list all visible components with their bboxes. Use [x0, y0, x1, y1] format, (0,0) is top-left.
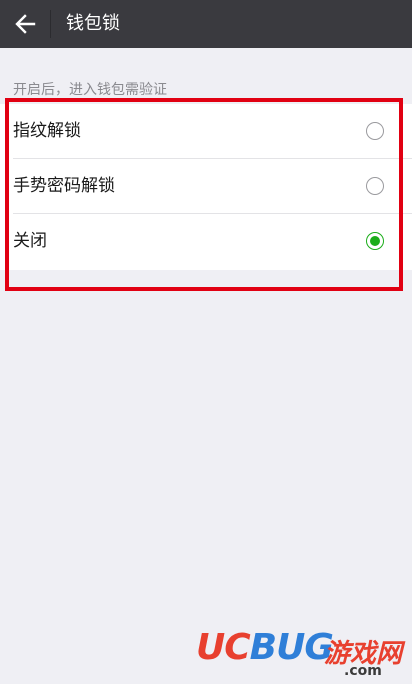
- option-label: 关闭: [13, 231, 47, 251]
- lock-options-list: 指纹解锁 手势密码解锁 关闭: [0, 104, 412, 270]
- option-label: 手势密码解锁: [13, 176, 115, 196]
- option-off[interactable]: 关闭: [0, 214, 412, 269]
- watermark: UCBUG 游戏网 .com: [196, 625, 406, 683]
- option-fingerprint[interactable]: 指纹解锁: [0, 104, 412, 159]
- wallet-lock-screen: 钱包锁 开启后，进入钱包需验证 指纹解锁 手势密码解锁 关闭 UCBUG 游戏网…: [0, 0, 412, 684]
- radio-selected-icon[interactable]: [366, 232, 384, 250]
- hint-text: 开启后，进入钱包需验证: [13, 82, 167, 98]
- top-bar: 钱包锁: [0, 0, 412, 48]
- radio-unselected-icon[interactable]: [366, 177, 384, 195]
- option-gesture-password[interactable]: 手势密码解锁: [0, 159, 412, 214]
- watermark-domain: .com: [344, 663, 382, 679]
- option-label: 指纹解锁: [13, 121, 81, 141]
- back-button[interactable]: [0, 0, 50, 48]
- watermark-logo: UCBUG: [196, 627, 334, 668]
- radio-unselected-icon[interactable]: [366, 122, 384, 140]
- header-divider: [50, 10, 51, 38]
- arrow-left-icon: [15, 14, 36, 34]
- page-title: 钱包锁: [66, 13, 120, 34]
